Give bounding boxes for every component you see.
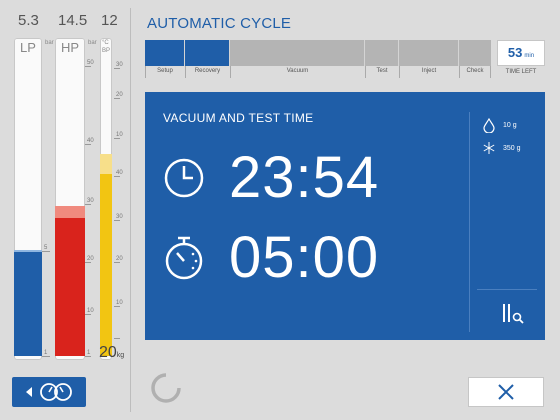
hp-scale: 50 40 30 20 10 1 (85, 38, 95, 360)
refrigerant-amount: 350 g (483, 142, 521, 154)
step-inject (399, 40, 459, 66)
bp-fill (100, 174, 112, 356)
close-icon (498, 384, 514, 400)
bp-scale: 30 20 10 40 30 20 10 (114, 38, 124, 360)
time-left-box: 53 min (497, 40, 545, 66)
hp-peak-marker (55, 206, 85, 218)
bp-value: 12 (101, 12, 118, 29)
time-left-value: 53 (507, 45, 523, 60)
gauges-view-button[interactable] (12, 377, 86, 407)
pressure-gauges: 5.3 LP bar 5 1 14.5 HP bar 50 40 30 20 1… (0, 0, 128, 420)
bp-bottom-value: 20 (99, 344, 117, 361)
lp-gauge: LP (14, 38, 42, 360)
step-test (365, 40, 399, 66)
gauges-back-icon (40, 383, 72, 401)
panel-divider-vertical (469, 112, 470, 332)
step-label: Setup (157, 68, 173, 74)
step-recovery (185, 40, 230, 66)
hp-fill (55, 218, 85, 356)
step-label: Vacuum (286, 68, 309, 74)
lp-label: LP (20, 40, 36, 55)
lp-value: 5.3 (18, 12, 39, 29)
clock-icon (164, 158, 204, 197)
cycle-progress-bar: Setup Recovery Vacuum Test Inject Check (145, 40, 491, 78)
step-check (459, 40, 491, 66)
refrigerant-amount-value: 350 g (503, 144, 521, 152)
bp-label: BP (102, 48, 111, 54)
lp-scale: 5 1 (42, 38, 52, 360)
lp-fill (14, 250, 42, 356)
chevron-left-icon (26, 387, 32, 397)
vacuum-time: 23:54 (229, 145, 380, 210)
adjust-search-icon (503, 304, 524, 324)
lp-tick-label: 1 (44, 350, 48, 356)
bp-bottom-reading: 20kg (99, 344, 124, 362)
oil-drop-icon (483, 118, 495, 133)
test-time: 05:00 (229, 225, 380, 290)
panel-divider (130, 8, 131, 412)
time-left-unit: min (524, 53, 535, 59)
lp-tick-label: 5 (44, 245, 48, 251)
panel-divider-horizontal (477, 289, 537, 290)
step-label: Inject (421, 68, 437, 74)
step-vacuum (230, 40, 365, 66)
snowflake-icon (483, 142, 495, 154)
panel-title: VACUUM AND TEST TIME (163, 111, 314, 125)
oil-amount: 10 g (483, 118, 517, 133)
close-button[interactable] (468, 377, 544, 407)
page-title: AUTOMATIC CYCLE (147, 15, 292, 32)
loading-spinner-icon (150, 372, 182, 409)
bp-peak-marker (100, 154, 112, 174)
step-label: Test (376, 68, 388, 74)
step-label: Check (466, 68, 484, 74)
adjust-button[interactable] (501, 302, 527, 329)
bp-gauge (100, 38, 112, 360)
stopwatch-icon (165, 236, 203, 279)
test-time-row: 05:00 (163, 224, 379, 291)
bp-bottom-unit: kg (116, 352, 125, 359)
hp-gauge: HP (55, 38, 85, 360)
hp-value: 14.5 (58, 12, 88, 29)
hp-label: HP (60, 40, 80, 55)
vacuum-time-row: 23:54 (163, 144, 379, 211)
bp-unit: °C (102, 40, 109, 46)
step-setup (145, 40, 185, 66)
vacuum-test-panel: VACUUM AND TEST TIME 23:54 05:00 10 g 35… (145, 92, 545, 340)
oil-amount-value: 10 g (503, 122, 517, 129)
step-label: Recovery (194, 68, 221, 74)
time-left-label: TIME LEFT (505, 69, 537, 75)
